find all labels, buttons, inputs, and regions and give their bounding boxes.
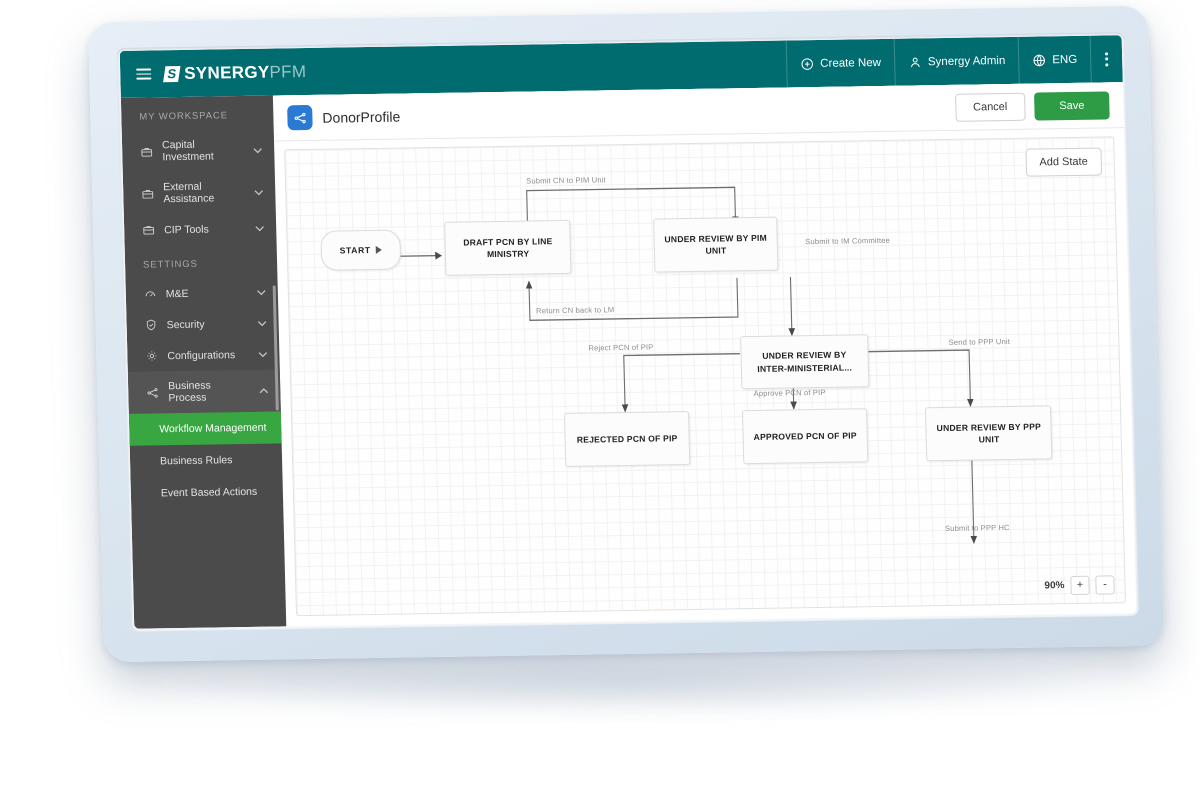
sidebar-item-event-based-actions[interactable]: Event Based Actions <box>130 475 283 509</box>
save-button[interactable]: Save <box>1033 90 1110 121</box>
sidebar-item-workflow-management[interactable]: Workflow Management <box>128 411 282 446</box>
sidebar-item-external-assistance[interactable]: External Assistance <box>123 171 276 215</box>
edge-label-reject-pcn: Reject PCN of PIP <box>588 342 654 353</box>
page-title: DonorProfile <box>322 108 401 126</box>
chevron-down-icon <box>255 317 268 330</box>
node-under-review-pim[interactable]: UNDER REVIEW BY PIM UNIT <box>653 217 779 273</box>
workflow-icon <box>146 386 159 399</box>
workflow-edges <box>389 186 978 544</box>
chevron-down-icon <box>251 143 264 156</box>
navbar-right: Create New Synergy Admin ENG <box>785 35 1123 88</box>
briefcase-icon <box>141 187 154 200</box>
chevron-up-icon <box>257 384 270 397</box>
edge-label-submit-im-committee: Submit to IM Committee <box>805 236 891 247</box>
logo-primary: SYNERGY <box>184 62 270 83</box>
sidebar-item-cip-tools[interactable]: CIP Tools <box>124 212 277 245</box>
sidebar-caption-settings: SETTINGS <box>142 258 198 271</box>
add-state-button[interactable]: Add State <box>1025 147 1103 177</box>
zoom-controls: 90% + - <box>1044 575 1115 596</box>
briefcase-icon <box>142 223 155 236</box>
edge-label-return-cn-lm: Return CN back to LM <box>536 305 615 316</box>
node-under-review-interministerial[interactable]: UNDER REVIEW BY INTER-MINISTERIAL... <box>739 334 870 390</box>
app-screen: S SYNERGYPFM Create New Synergy Admin EN… <box>119 35 1137 629</box>
screenshot-stage: S SYNERGYPFM Create New Synergy Admin EN… <box>0 0 1200 800</box>
page-icon-badge <box>287 104 313 131</box>
create-new-label: Create New <box>820 56 882 70</box>
briefcase-icon <box>140 145 153 158</box>
device-frame: S SYNERGYPFM Create New Synergy Admin EN… <box>87 5 1165 663</box>
logo-mark-icon: S <box>163 65 181 82</box>
globe-icon <box>1032 53 1046 67</box>
edge-label-send-ppp-unit: Send to PPP Unit <box>948 336 1011 347</box>
play-icon <box>375 245 382 255</box>
sidebar-label-me: M&E <box>165 287 189 300</box>
canvas-wrapper: Add State START DRAFT PCN BY LINE MINIST… <box>274 128 1136 626</box>
main-content: DonorProfile Cancel Save Add State START… <box>272 82 1137 627</box>
sidebar-label-business-process: Business Process <box>168 379 211 405</box>
app-body: MY WORKSPACE Capital Investment External… <box>120 82 1137 629</box>
gear-icon <box>145 349 158 362</box>
chevron-down-icon <box>255 286 268 299</box>
app-logo[interactable]: S SYNERGYPFM <box>163 62 307 84</box>
sidebar-label-configurations: Configurations <box>167 348 236 362</box>
workflow-icon <box>293 110 307 124</box>
sidebar: MY WORKSPACE Capital Investment External… <box>120 95 287 629</box>
gauge-icon <box>144 287 157 300</box>
sidebar-item-configurations[interactable]: Configurations <box>127 338 280 371</box>
sidebar-item-business-process[interactable]: Business Process <box>127 369 281 414</box>
device-shadow <box>150 660 1110 720</box>
overflow-menu-button[interactable] <box>1089 35 1123 83</box>
workflow-canvas[interactable]: Add State START DRAFT PCN BY LINE MINIST… <box>284 136 1126 617</box>
sidebar-item-capital-investment[interactable]: Capital Investment <box>122 129 275 173</box>
sidebar-label-cip-tools: CIP Tools <box>164 223 209 236</box>
user-icon <box>908 55 922 69</box>
cancel-button[interactable]: Cancel <box>954 92 1026 122</box>
edge-label-submit-ppp-hc: Submit to PPP HC <box>944 522 1010 533</box>
node-draft-pcn[interactable]: DRAFT PCN BY LINE MINISTRY <box>444 220 572 276</box>
chevron-down-icon <box>252 185 265 198</box>
user-account-button[interactable]: Synergy Admin <box>893 36 1019 86</box>
sidebar-item-me[interactable]: M&E <box>125 276 278 309</box>
vertical-dots-icon <box>1105 51 1109 66</box>
chevron-down-icon <box>256 348 269 361</box>
node-rejected-pcn[interactable]: REJECTED PCN OF PIP <box>563 411 691 467</box>
edge-label-approve-pcn: Approve PCN of PIP <box>753 388 826 399</box>
sidebar-label-capital-investment: Capital Investment <box>161 138 214 164</box>
zoom-out-button[interactable]: - <box>1095 575 1115 595</box>
chevron-down-icon <box>253 222 266 235</box>
edge-label-submit-cn-pim: Submit CN to PIM Unit <box>526 175 606 186</box>
user-account-label: Synergy Admin <box>927 54 1006 68</box>
node-start: START <box>320 229 401 271</box>
node-start-label: START <box>339 244 371 256</box>
zoom-level-value: 90% <box>1044 580 1065 592</box>
node-under-review-ppp[interactable]: UNDER REVIEW BY PPP UNIT <box>925 405 1053 462</box>
sidebar-caption-workspace: MY WORKSPACE <box>139 110 229 123</box>
sidebar-label-security: Security <box>166 318 205 331</box>
workflow-diagram: START DRAFT PCN BY LINE MINISTRY UNDER R… <box>285 137 1125 615</box>
shield-check-icon <box>144 318 157 331</box>
language-button[interactable]: ENG <box>1017 35 1091 84</box>
logo-text: SYNERGYPFM <box>184 62 307 84</box>
hamburger-icon[interactable] <box>136 68 152 80</box>
page-actions: Cancel Save <box>954 90 1110 122</box>
create-new-button[interactable]: Create New <box>785 38 895 88</box>
language-label: ENG <box>1052 53 1078 66</box>
sidebar-label-external-assistance: External Assistance <box>162 180 215 206</box>
plus-circle-icon <box>800 57 814 71</box>
zoom-in-button[interactable]: + <box>1070 575 1090 596</box>
sidebar-item-business-rules[interactable]: Business Rules <box>130 443 283 477</box>
sidebar-item-security[interactable]: Security <box>126 307 279 340</box>
node-approved-pcn[interactable]: APPROVED PCN OF PIP <box>741 408 869 465</box>
logo-secondary: PFM <box>269 61 307 82</box>
